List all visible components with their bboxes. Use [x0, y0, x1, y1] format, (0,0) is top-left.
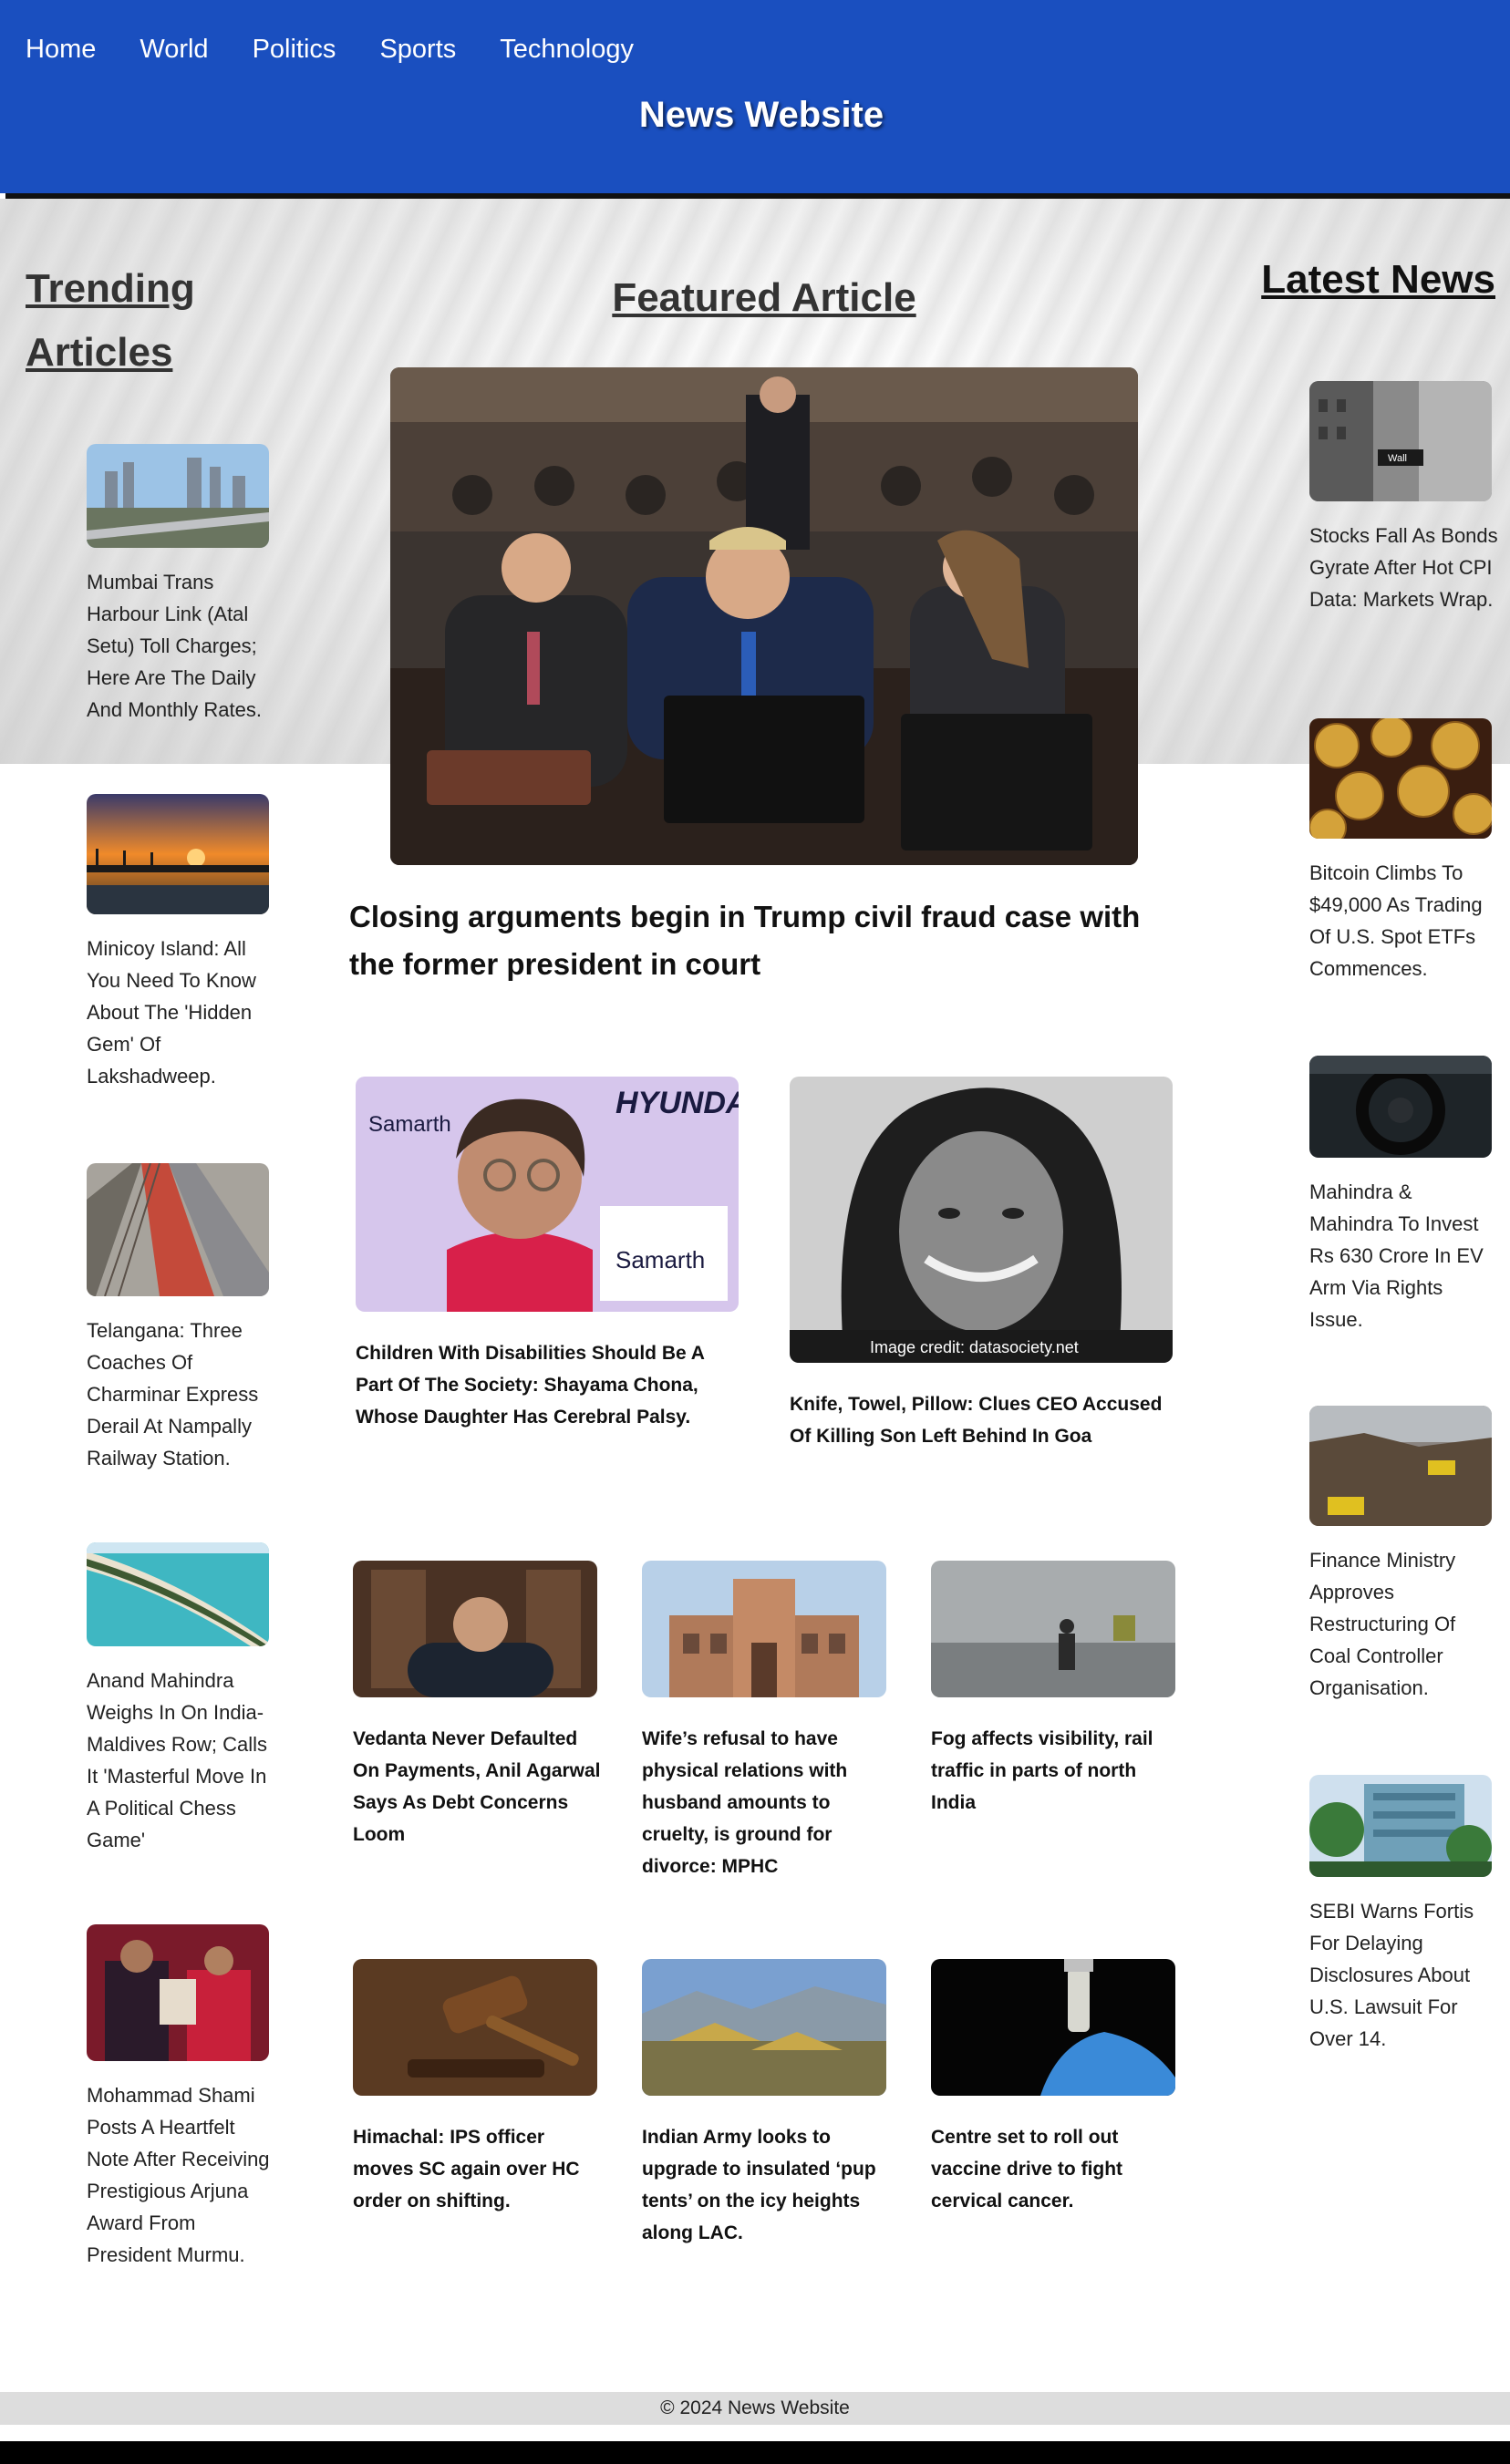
- image-credit-text: Image credit: datasociety.net: [870, 1338, 1079, 1356]
- article-card[interactable]: HYUNDAI Samarth Samarth Children With Di…: [356, 1077, 739, 1433]
- article-card[interactable]: Himachal: IPS officer moves SC again ove…: [353, 1959, 604, 2217]
- coal-mine-photo: [1309, 1406, 1492, 1526]
- car-steering-photo: [1309, 1056, 1492, 1158]
- article-caption: Vedanta Never Defaulted On Payments, Ani…: [353, 1728, 601, 1845]
- svg-text:Wall: Wall: [1388, 453, 1407, 464]
- trending-item[interactable]: Mumbai Trans Harbour Link (Atal Setu) To…: [87, 444, 278, 726]
- hyundai-logo-text: HYUNDAI: [615, 1086, 739, 1120]
- article-caption: Knife, Towel, Pillow: Clues CEO Accused …: [790, 1394, 1163, 1447]
- trending-caption: Anand Mahindra Weighs In On India-Maldiv…: [87, 1669, 268, 1851]
- nav-sports[interactable]: Sports: [379, 35, 456, 65]
- nav-technology[interactable]: Technology: [500, 35, 634, 65]
- courtroom-photo: [390, 367, 1138, 865]
- nav-home[interactable]: Home: [26, 35, 96, 65]
- latest-caption: Bitcoin Climbs To $49,000 As Trading Of …: [1309, 861, 1483, 980]
- court-building-photo: [642, 1561, 886, 1697]
- site-header: Home World Politics Sports Technology Ne…: [0, 0, 1510, 193]
- samarth-logo-text: Samarth: [368, 1112, 451, 1137]
- latest-caption: SEBI Warns Fortis For Delaying Disclosur…: [1309, 1900, 1474, 2050]
- latest-item[interactable]: Mahindra & Mahindra To Invest Rs 630 Cro…: [1309, 1056, 1501, 1335]
- gavel-photo: [353, 1959, 597, 2096]
- article-caption: Fog affects visibility, rail traffic in …: [931, 1728, 1153, 1813]
- nav-politics[interactable]: Politics: [253, 35, 336, 65]
- article-card[interactable]: Wife’s refusal to have physical relation…: [642, 1561, 893, 1882]
- article-caption: Himachal: IPS officer moves SC again ove…: [353, 2127, 580, 2211]
- latest-item[interactable]: SEBI Warns Fortis For Delaying Disclosur…: [1309, 1775, 1501, 2055]
- island-aerial-photo: [87, 1542, 269, 1646]
- trending-item[interactable]: Mohammad Shami Posts A Heartfelt Note Af…: [87, 1924, 278, 2271]
- samarth-badge-text: Samarth: [615, 1246, 705, 1273]
- speaker-hyundai-photo: HYUNDAI Samarth Samarth: [356, 1077, 739, 1312]
- site-footer: © 2024 News Website: [0, 2392, 1510, 2425]
- nav-world[interactable]: World: [140, 35, 208, 65]
- main-nav: Home World Politics Sports Technology: [26, 35, 634, 65]
- latest-caption: Mahindra & Mahindra To Invest Rs 630 Cro…: [1309, 1180, 1484, 1331]
- trending-caption: Minicoy Island: All You Need To Know Abo…: [87, 937, 256, 1088]
- businessman-photo: [353, 1561, 597, 1697]
- wall-street-photo: Wall: [1309, 381, 1492, 501]
- award-ceremony-photo: [87, 1924, 269, 2061]
- sebi-building-photo: [1309, 1775, 1492, 1877]
- featured-heading[interactable]: Featured Article: [511, 275, 1018, 321]
- bitcoin-coins-photo: [1309, 718, 1492, 839]
- article-caption: Centre set to roll out vaccine drive to …: [931, 2127, 1123, 2211]
- latest-caption: Stocks Fall As Bonds Gyrate After Hot CP…: [1309, 524, 1498, 611]
- ceo-portrait-photo: Image credit: datasociety.net: [790, 1077, 1173, 1363]
- trending-item[interactable]: Telangana: Three Coaches Of Charminar Ex…: [87, 1163, 278, 1474]
- article-card[interactable]: Image credit: datasociety.net Knife, Tow…: [790, 1077, 1173, 1452]
- article-card[interactable]: Indian Army looks to upgrade to insulate…: [642, 1959, 893, 2249]
- article-card[interactable]: Vedanta Never Defaulted On Payments, Ani…: [353, 1561, 604, 1851]
- vaccine-vial-photo: [931, 1959, 1175, 2096]
- featured-title[interactable]: Closing arguments begin in Trump civil f…: [349, 893, 1170, 988]
- trending-caption: Telangana: Three Coaches Of Charminar Ex…: [87, 1319, 259, 1469]
- latest-item[interactable]: Bitcoin Climbs To $49,000 As Trading Of …: [1309, 718, 1501, 985]
- trending-item[interactable]: Anand Mahindra Weighs In On India-Maldiv…: [87, 1542, 278, 1856]
- latest-caption: Finance Ministry Approves Restructuring …: [1309, 1549, 1456, 1699]
- trending-item[interactable]: Minicoy Island: All You Need To Know Abo…: [87, 794, 278, 1092]
- article-caption: Indian Army looks to upgrade to insulate…: [642, 2127, 876, 2243]
- city-bridge-photo: [87, 444, 269, 548]
- trending-caption: Mumbai Trans Harbour Link (Atal Setu) To…: [87, 571, 262, 721]
- bottom-bar: [0, 2441, 1510, 2464]
- latest-heading[interactable]: Latest News: [1249, 257, 1495, 303]
- trending-heading[interactable]: Trending Articles: [26, 257, 244, 385]
- sunset-jetty-photo: [87, 794, 269, 914]
- foggy-road-photo: [931, 1561, 1175, 1697]
- trending-caption: Mohammad Shami Posts A Heartfelt Note Af…: [87, 2084, 270, 2266]
- article-card[interactable]: Fog affects visibility, rail traffic in …: [931, 1561, 1182, 1819]
- article-caption: Children With Disabilities Should Be A P…: [356, 1343, 705, 1428]
- article-card[interactable]: Centre set to roll out vaccine drive to …: [931, 1959, 1182, 2217]
- site-title: News Website: [638, 95, 884, 135]
- latest-item[interactable]: Finance Ministry Approves Restructuring …: [1309, 1406, 1501, 1704]
- featured-image[interactable]: [390, 367, 1138, 865]
- article-caption: Wife’s refusal to have physical relation…: [642, 1728, 848, 1877]
- train-derail-photo: [87, 1163, 269, 1296]
- latest-item[interactable]: Wall Stocks Fall As Bonds Gyrate After H…: [1309, 381, 1501, 615]
- army-tents-photo: [642, 1959, 886, 2096]
